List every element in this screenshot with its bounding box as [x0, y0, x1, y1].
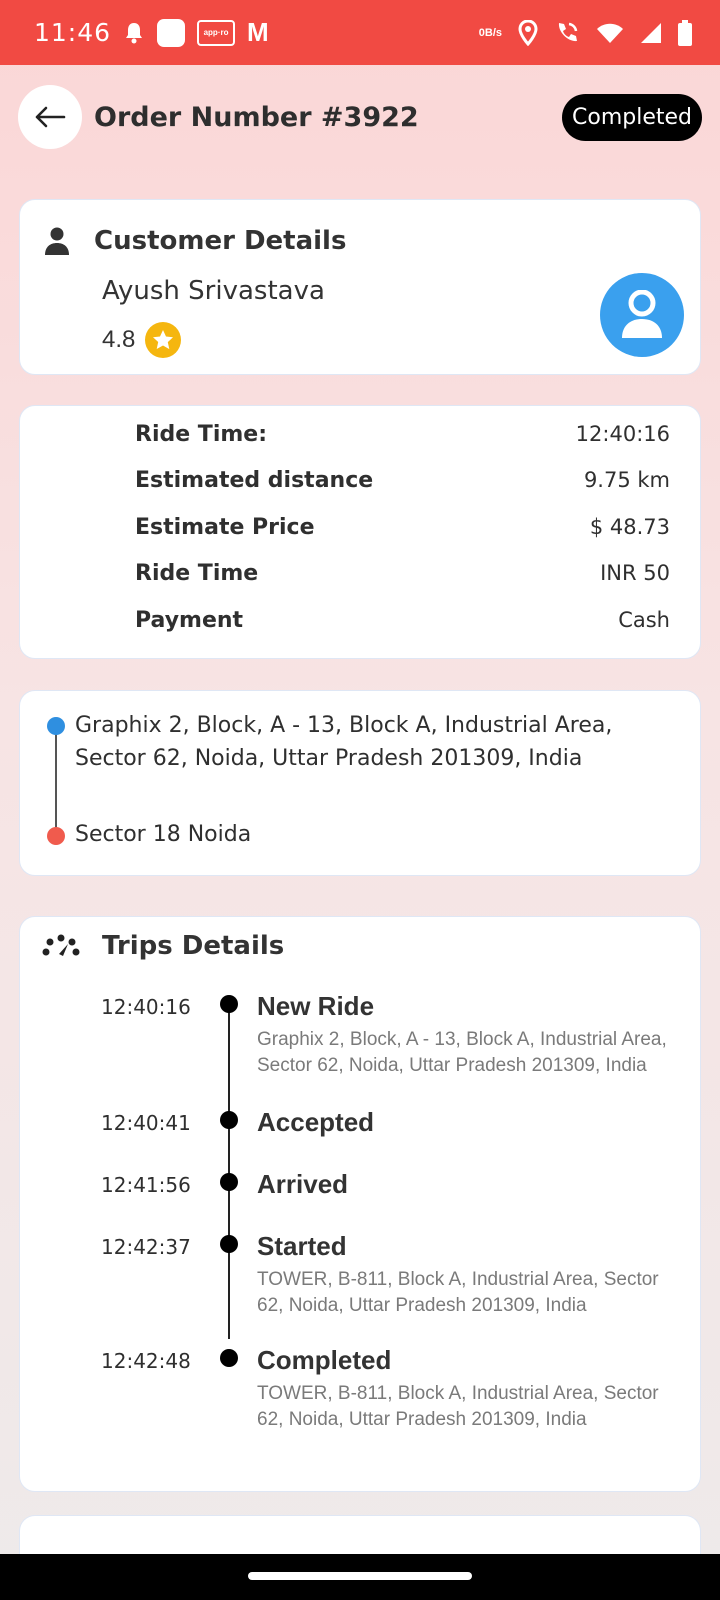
ride-info-row: Estimate Price $ 48.73 [135, 511, 670, 543]
cellular-signal-icon [640, 22, 662, 44]
next-card-peek [19, 1515, 701, 1555]
timeline-dot-icon [220, 1235, 238, 1253]
ride-info-value: $ 48.73 [589, 515, 670, 539]
gmail-icon: M [247, 17, 269, 48]
ride-info-value: INR 50 [600, 561, 670, 585]
event-time: 12:42:37 [101, 1235, 191, 1259]
timeline-dot-icon [220, 1111, 238, 1129]
event-title: Started [257, 1231, 347, 1261]
person-icon [45, 227, 69, 255]
customer-details-title: Customer Details [94, 226, 347, 256]
rating-value: 4.8 [102, 326, 136, 353]
ride-info-label: Ride Time [135, 560, 259, 586]
event-time: 12:40:16 [101, 995, 191, 1019]
wifi-icon [596, 22, 624, 44]
battery-icon [678, 19, 692, 46]
arrow-left-icon [35, 106, 66, 128]
ride-info-label: Ride Time: [135, 421, 267, 447]
star-icon [145, 322, 182, 358]
pickup-address: Graphix 2, Block, A - 13, Block A, Indus… [75, 713, 613, 771]
event-time: 12:42:48 [101, 1349, 191, 1373]
status-time: 11:46 [34, 18, 112, 47]
trips-details-title: Trips Details [102, 931, 285, 961]
event-address: TOWER, B-811, Block A, Industrial Area, … [257, 1383, 659, 1430]
timeline-dot-icon [220, 995, 238, 1013]
page-title: Order Number #3922 [94, 101, 419, 133]
timeline-line [228, 1003, 230, 1339]
ride-info-row: Ride Time: 12:40:16 [135, 418, 670, 450]
trips-details-header: Trips Details [42, 931, 284, 961]
route-card: Graphix 2, Block, A - 13, Block A, Indus… [19, 690, 701, 876]
event-address: TOWER, B-811, Block A, Industrial Area, … [257, 1269, 659, 1316]
ride-info-row: Payment Cash [135, 604, 670, 636]
status-right-icons: 0 B/s [479, 19, 692, 46]
ride-info-row: Ride Time INR 50 [135, 557, 670, 589]
ride-info-card: Ride Time: 12:40:16 Estimated distance 9… [19, 405, 701, 659]
pickup-dot-icon [47, 717, 65, 735]
order-status-badge: Completed [562, 93, 702, 141]
store-app-text: app·ro [203, 27, 229, 37]
ride-info-value: Cash [618, 608, 670, 632]
system-navigation-bar [0, 1554, 720, 1600]
location-icon [518, 19, 538, 46]
event-address: Graphix 2, Block, A - 13, Block A, Indus… [257, 1029, 667, 1076]
timeline-dot-icon [220, 1349, 238, 1367]
gmail-glyph: M [247, 17, 269, 47]
drop-dot-icon [47, 827, 65, 845]
event-title: Accepted [257, 1107, 375, 1137]
customer-details-header: Customer Details [44, 226, 346, 256]
route-connector-line [55, 726, 57, 838]
event-title: Completed [257, 1345, 392, 1375]
event-time: 12:41:56 [101, 1173, 191, 1197]
ride-info-row: Estimated distance 9.75 km [135, 464, 670, 496]
timeline-dot-icon [220, 1173, 238, 1191]
notification-bell-icon [123, 21, 145, 45]
ride-info-value: 9.75 km [583, 468, 670, 492]
customer-details-card: Customer Details Ayush Srivastava 4.8 [19, 199, 701, 375]
event-time: 12:40:41 [101, 1111, 191, 1135]
app-square-icon [157, 18, 186, 47]
ride-info-label: Estimated distance [135, 467, 374, 493]
back-button[interactable] [18, 85, 82, 149]
network-speed-unit: B/s [484, 26, 502, 39]
ride-info-label: Payment [135, 607, 244, 633]
event-title: New Ride [257, 991, 375, 1021]
ride-info-value: 12:40:16 [575, 422, 670, 446]
wifi-calling-icon [554, 20, 580, 46]
page-header: Order Number #3922 Completed [18, 84, 702, 150]
customer-rating: 4.8 [102, 322, 182, 358]
store-app-icon: app·ro [197, 19, 236, 46]
customer-name: Ayush Srivastava [102, 276, 325, 306]
event-title: Arrived [257, 1169, 349, 1199]
status-bar: 11:46 app·ro M 0 B/s [0, 0, 720, 65]
trips-details-card: Trips Details 12:40:16 New Ride Graphix … [19, 916, 701, 1492]
ride-info-label: Estimate Price [135, 514, 315, 540]
status-left-icons: app·ro M [123, 17, 269, 48]
network-speed-indicator: 0 B/s [479, 27, 502, 39]
home-gesture-handle[interactable] [248, 1572, 472, 1580]
user-avatar-icon [600, 273, 684, 357]
speedometer-icon [42, 934, 80, 956]
drop-address: Sector 18 Noida [75, 822, 252, 847]
